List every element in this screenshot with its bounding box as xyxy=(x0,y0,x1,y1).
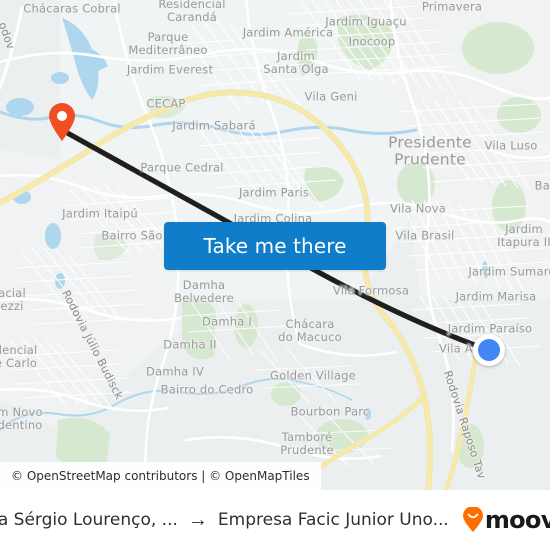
footer-destination-label[interactable]: Empresa Facic Junior Uno... xyxy=(218,510,449,530)
take-me-there-button[interactable]: Take me there xyxy=(164,222,386,270)
map-attribution[interactable]: © OpenStreetMap contributors | © OpenMap… xyxy=(0,462,321,490)
footer-origin-label[interactable]: Rua Sérgio Lourenço, ... xyxy=(0,510,178,530)
attribution-text: © OpenStreetMap contributors | © OpenMap… xyxy=(11,469,310,483)
route-footer: Rua Sérgio Lourenço, ... → Empresa Facic… xyxy=(0,490,550,550)
moovit-logo[interactable]: moovit xyxy=(462,506,550,534)
destination-dot-inner xyxy=(478,339,500,361)
arrow-right-icon: → xyxy=(187,509,208,531)
app-root: Chácaras Cobral Residencial Carandá Jardim… xyxy=(0,0,550,550)
moovit-pin-icon xyxy=(462,507,483,532)
destination-dot[interactable] xyxy=(473,334,505,366)
map-canvas[interactable]: Chácaras Cobral Residencial Carandá Jardim… xyxy=(0,0,550,490)
moovit-wordmark: moovit xyxy=(484,506,550,534)
origin-pin-icon[interactable] xyxy=(47,102,77,142)
